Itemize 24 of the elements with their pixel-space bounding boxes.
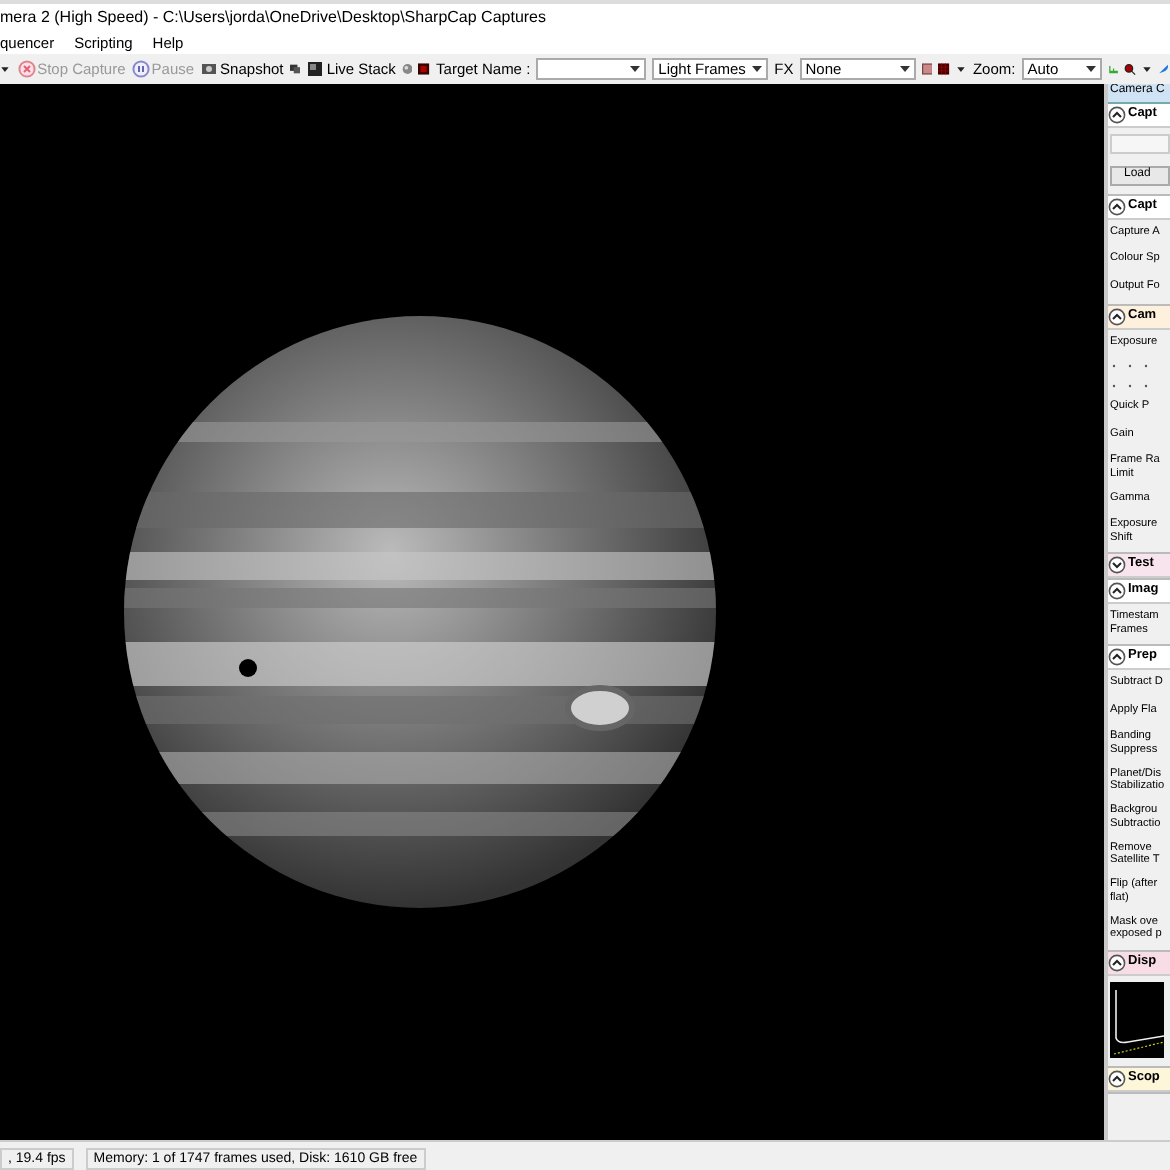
camera-icon — [200, 60, 219, 78]
caret-icon[interactable] — [630, 65, 641, 73]
chevron-icon[interactable] — [1108, 197, 1126, 215]
square-icon[interactable] — [418, 60, 431, 78]
stop-icon — [17, 60, 36, 78]
monitor-icon[interactable] — [289, 60, 301, 78]
chevron-icon[interactable] — [1108, 1069, 1126, 1087]
caret-icon[interactable] — [752, 65, 763, 73]
magnifier-icon[interactable] — [1124, 60, 1136, 78]
chevron-icon[interactable] — [1108, 307, 1126, 325]
chevron-icon[interactable] — [1108, 582, 1126, 600]
caret-icon[interactable] — [1085, 65, 1096, 73]
window-title: mera 2 (High Speed) - C:\Users\jorda\OneDrive\Desktop\SharpCap Captures — [0, 8, 547, 26]
chevron-icon[interactable] — [1108, 106, 1126, 124]
feather-icon[interactable] — [1158, 60, 1170, 78]
input-field[interactable] — [1110, 134, 1170, 154]
chevron-icon[interactable] — [1108, 648, 1126, 666]
square-icon[interactable] — [921, 60, 933, 78]
grid-icon[interactable] — [938, 60, 950, 78]
stack-icon — [306, 60, 325, 78]
caret-icon[interactable] — [899, 65, 910, 73]
chevron-icon[interactable] — [1108, 953, 1126, 971]
pause-icon — [131, 60, 150, 78]
chevron-icon[interactable] — [1108, 556, 1126, 574]
